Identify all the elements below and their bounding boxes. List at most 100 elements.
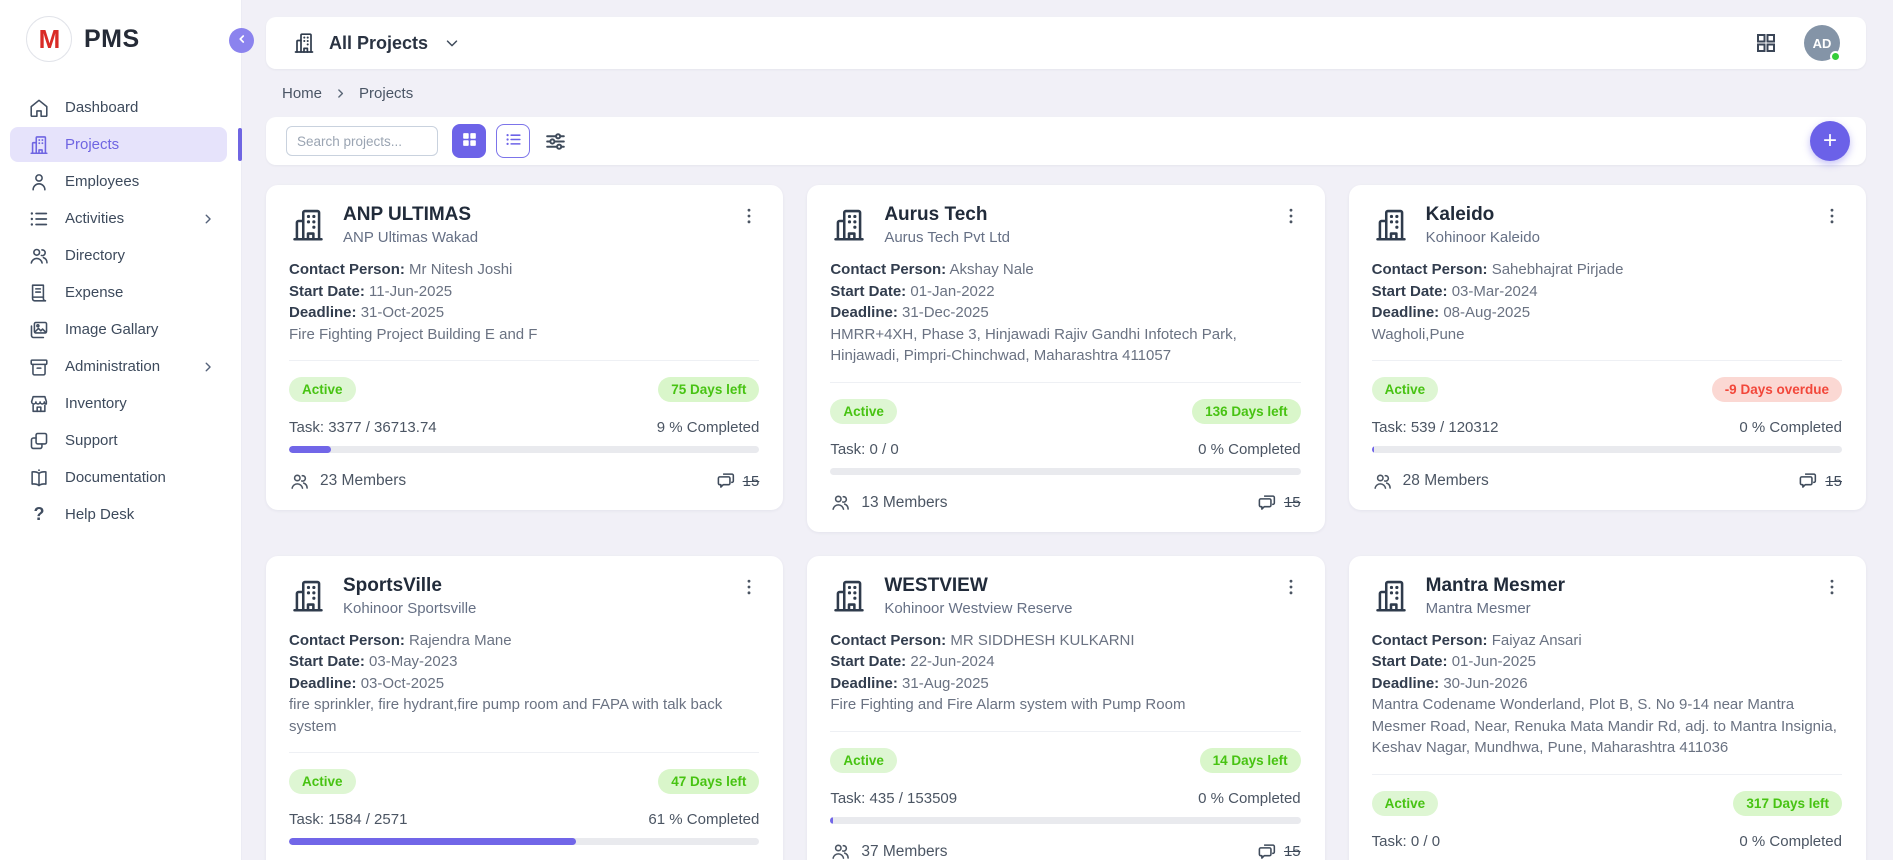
members-icon — [830, 841, 851, 860]
image-icon — [28, 319, 50, 341]
sidebar-item-employees[interactable]: Employees — [10, 164, 227, 199]
project-subtitle: Aurus Tech Pvt Ltd — [884, 229, 1264, 246]
breadcrumb-current: Projects — [359, 85, 413, 102]
project-card[interactable]: ANP ULTIMAS ANP Ultimas Wakad Contact Pe… — [266, 185, 783, 510]
progress-bar — [289, 446, 759, 453]
deadline-line: Deadline: 08-Aug-2025 — [1372, 302, 1842, 324]
percent-completed: 0 % Completed — [1739, 419, 1842, 436]
project-card-header: WESTVIEW Kohinoor Westview Reserve — [830, 575, 1300, 617]
percent-completed: 0 % Completed — [1198, 790, 1301, 807]
sidebar-collapse-button[interactable] — [229, 28, 254, 53]
sidebar-item-projects[interactable]: Projects — [10, 127, 227, 162]
task-count: Task: 0 / 0 — [830, 441, 898, 458]
start-date-line: Start Date: 01-Jun-2025 — [1372, 651, 1842, 673]
page-title: All Projects — [329, 33, 428, 54]
sidebar-item-label: Inventory — [65, 395, 127, 412]
sidebar-item-activities[interactable]: Activities — [10, 201, 227, 236]
progress-bar — [830, 468, 1300, 475]
days-left-badge: -9 Days overdue — [1712, 377, 1842, 402]
project-card[interactable]: Mantra Mesmer Mantra Mesmer Contact Pers… — [1349, 556, 1866, 860]
members-count: 13 Members — [830, 492, 947, 513]
chat-bubbles-icon — [1797, 470, 1819, 492]
sidebar-item-label: Administration — [65, 358, 160, 375]
logo-letter: M — [39, 24, 60, 55]
project-filter-dropdown[interactable]: All Projects — [292, 31, 461, 55]
deadline-line: Deadline: 30-Jun-2026 — [1372, 673, 1842, 695]
deadline-line: Deadline: 31-Aug-2025 — [830, 673, 1300, 695]
task-count: Task: 1584 / 2571 — [289, 811, 407, 828]
kebab-menu-icon[interactable] — [1281, 206, 1301, 226]
list-icon — [28, 208, 50, 230]
progress-bar-fill — [289, 446, 331, 453]
members-count: 37 Members — [830, 841, 947, 860]
building-icon — [830, 206, 868, 244]
sidebar-item-expense[interactable]: Expense — [10, 275, 227, 310]
project-description: Wagholi,Pune — [1372, 324, 1842, 346]
search-input[interactable] — [286, 126, 438, 156]
kebab-menu-icon[interactable] — [1822, 206, 1842, 226]
days-left-badge: 136 Days left — [1192, 399, 1301, 424]
percent-completed: 61 % Completed — [648, 811, 759, 828]
project-subtitle: ANP Ultimas Wakad — [343, 229, 723, 246]
grid-view-button[interactable] — [452, 124, 486, 158]
sidebar-item-inventory[interactable]: Inventory — [10, 386, 227, 421]
project-card[interactable]: Kaleido Kohinoor Kaleido Contact Person:… — [1349, 185, 1866, 510]
members-icon — [1372, 471, 1393, 492]
building-icon — [289, 206, 327, 244]
sidebar-item-label: Activities — [65, 210, 124, 227]
days-left-badge: 47 Days left — [658, 769, 759, 794]
days-left-badge: 14 Days left — [1200, 748, 1301, 773]
archive-icon — [28, 356, 50, 378]
list-view-button[interactable] — [496, 124, 530, 158]
project-name: Mantra Mesmer — [1426, 575, 1806, 597]
sidebar-item-image-gallary[interactable]: Image Gallary — [10, 312, 227, 347]
chat-count[interactable]: 15 — [1256, 841, 1301, 860]
project-subtitle: Kohinoor Kaleido — [1426, 229, 1806, 246]
project-name: SportsVille — [343, 575, 723, 597]
kebab-menu-icon[interactable] — [739, 206, 759, 226]
sidebar-item-documentation[interactable]: Documentation — [10, 460, 227, 495]
project-description: Mantra Codename Wonderland, Plot B, S. N… — [1372, 694, 1842, 759]
project-description: Fire Fighting Project Building E and F — [289, 324, 759, 346]
chevron-right-icon — [334, 87, 347, 100]
sidebar-item-administration[interactable]: Administration — [10, 349, 227, 384]
sidebar-item-label: Help Desk — [65, 506, 134, 523]
project-card[interactable]: Aurus Tech Aurus Tech Pvt Ltd Contact Pe… — [807, 185, 1324, 532]
chat-count[interactable]: 15 — [715, 470, 760, 492]
contact-person-line: Contact Person: Rajendra Mane — [289, 630, 759, 652]
logo-icon: M — [26, 16, 72, 62]
add-project-button[interactable]: + — [1810, 121, 1850, 161]
chat-count[interactable]: 15 — [1797, 470, 1842, 492]
apps-grid-icon[interactable] — [1754, 31, 1778, 55]
filter-sliders-icon[interactable] — [543, 129, 568, 154]
contact-person-line: Contact Person: MR SIDDHESH KULKARNI — [830, 630, 1300, 652]
building-icon — [292, 31, 316, 55]
kebab-menu-icon[interactable] — [1281, 577, 1301, 597]
project-card[interactable]: WESTVIEW Kohinoor Westview Reserve Conta… — [807, 556, 1324, 860]
chat-bubbles-icon — [715, 470, 737, 492]
users-icon — [28, 245, 50, 267]
members-icon — [830, 492, 851, 513]
project-card-header: Mantra Mesmer Mantra Mesmer — [1372, 575, 1842, 617]
sidebar-item-support[interactable]: Support — [10, 423, 227, 458]
chevron-down-icon — [443, 34, 461, 52]
sidebar-item-help-desk[interactable]: ? Help Desk — [10, 497, 227, 532]
breadcrumb-home[interactable]: Home — [282, 85, 322, 102]
kebab-menu-icon[interactable] — [739, 577, 759, 597]
deadline-line: Deadline: 03-Oct-2025 — [289, 673, 759, 695]
app-logo: M PMS — [0, 0, 241, 76]
home-icon — [28, 97, 50, 119]
avatar[interactable]: AD — [1804, 25, 1840, 61]
project-subtitle: Mantra Mesmer — [1426, 600, 1806, 617]
progress-bar — [830, 817, 1300, 824]
sidebar-item-directory[interactable]: Directory — [10, 238, 227, 273]
start-date-line: Start Date: 03-Mar-2024 — [1372, 281, 1842, 303]
receipt-icon — [28, 282, 50, 304]
sidebar-item-dashboard[interactable]: Dashboard — [10, 90, 227, 125]
top-bar: All Projects AD — [266, 17, 1866, 69]
project-card[interactable]: SportsVille Kohinoor Sportsville Contact… — [266, 556, 783, 860]
avatar-initials: AD — [1813, 36, 1832, 51]
start-date-line: Start Date: 01-Jan-2022 — [830, 281, 1300, 303]
kebab-menu-icon[interactable] — [1822, 577, 1842, 597]
chat-count[interactable]: 15 — [1256, 492, 1301, 514]
